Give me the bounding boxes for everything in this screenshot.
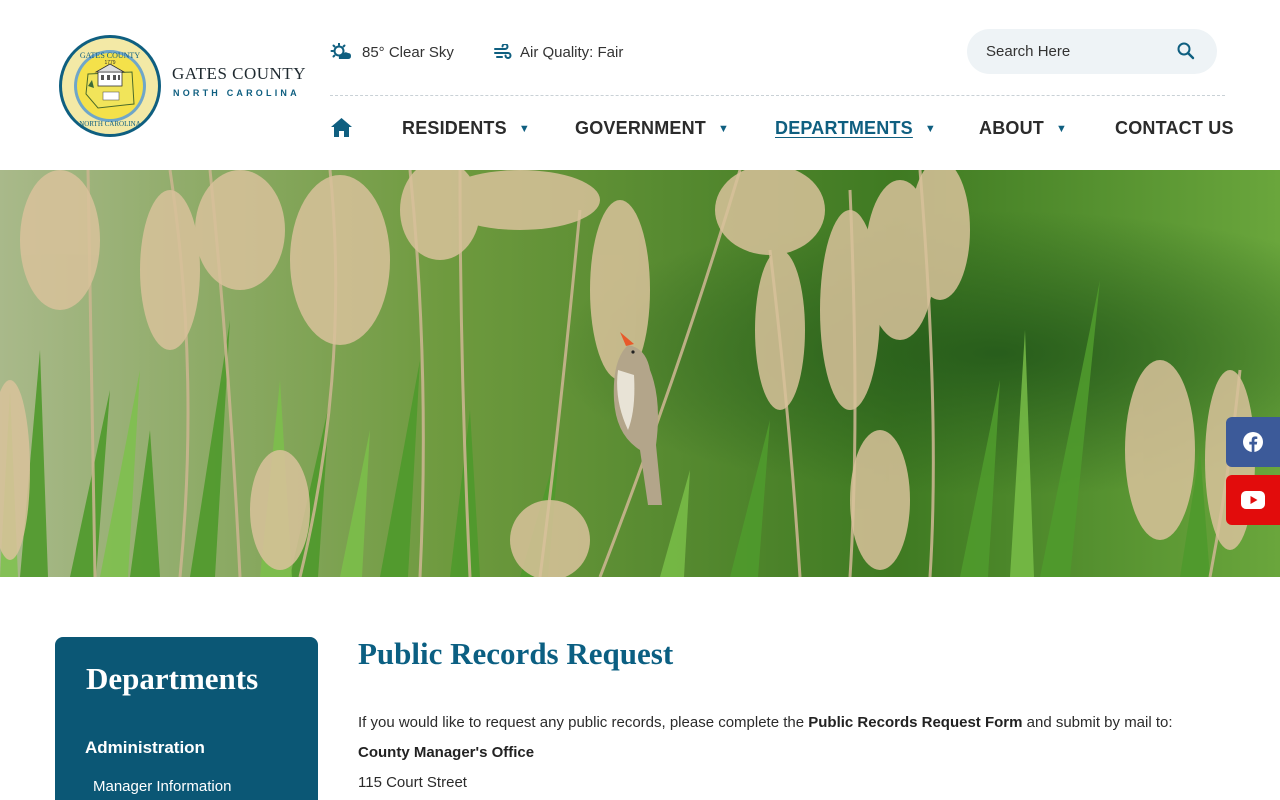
home-icon[interactable] bbox=[330, 117, 353, 138]
chevron-down-icon: ▼ bbox=[718, 123, 730, 135]
facebook-button[interactable] bbox=[1226, 417, 1280, 467]
chevron-down-icon: ▼ bbox=[1056, 123, 1068, 135]
weather-widget: 85° Clear Sky bbox=[330, 40, 454, 64]
office-name: County Manager's Office bbox=[358, 744, 535, 761]
intro-paragraph: If you would like to request any public … bbox=[358, 714, 1173, 731]
air-quality-text: Air Quality: Fair bbox=[520, 43, 624, 61]
header-divider bbox=[330, 95, 1225, 96]
page-title: Public Records Request bbox=[358, 636, 674, 671]
chevron-down-icon: ▼ bbox=[924, 123, 936, 135]
public-records-form-link[interactable]: Public Records Request Form bbox=[808, 714, 1022, 731]
hero-banner-image bbox=[0, 170, 1280, 577]
site-header: GATES COUNTY 1779 NORTH CAROLINA GATES C… bbox=[0, 0, 1280, 170]
main-nav: RESIDENTS ▼ GOVERNMENT ▼ DEPARTMENTS ▼ ABOU… bbox=[330, 112, 1233, 146]
county-seal-logo[interactable]: GATES COUNTY 1779 NORTH CAROLINA bbox=[58, 34, 162, 138]
search-icon[interactable] bbox=[1177, 42, 1195, 60]
weather-text: 85° Clear Sky bbox=[362, 43, 454, 61]
search-box bbox=[967, 29, 1217, 74]
nav-departments[interactable]: DEPARTMENTS ▼ bbox=[775, 118, 936, 139]
office-street: 115 Court Street bbox=[358, 774, 467, 791]
svg-text:NORTH CAROLINA: NORTH CAROLINA bbox=[79, 120, 141, 128]
nav-contact-us[interactable]: CONTACT US bbox=[1115, 118, 1234, 139]
brand-subtitle: NORTH CAROLINA bbox=[173, 88, 300, 98]
main-content: Public Records Request If you would like… bbox=[358, 630, 1238, 798]
sidebar-section-administration[interactable]: Administration bbox=[85, 738, 205, 758]
svg-text:1779: 1779 bbox=[104, 60, 115, 66]
youtube-button[interactable] bbox=[1226, 475, 1280, 525]
youtube-icon bbox=[1241, 491, 1265, 509]
air-quality-widget: Air Quality: Fair bbox=[494, 40, 623, 64]
nav-about[interactable]: ABOUT ▼ bbox=[979, 118, 1067, 139]
svg-text:GATES COUNTY: GATES COUNTY bbox=[80, 51, 140, 60]
sun-cloud-icon bbox=[330, 43, 351, 59]
facebook-icon bbox=[1243, 432, 1263, 452]
sidebar-title: Departments bbox=[86, 661, 259, 696]
brand-name[interactable]: GATES COUNTY bbox=[172, 64, 306, 84]
nav-government[interactable]: GOVERNMENT ▼ bbox=[575, 118, 729, 139]
departments-sidebar: Departments Administration Manager Infor… bbox=[55, 637, 318, 800]
sidebar-item-manager-information[interactable]: Manager Information bbox=[93, 778, 231, 795]
chevron-down-icon: ▼ bbox=[518, 123, 530, 135]
wind-icon bbox=[494, 44, 512, 59]
nav-residents[interactable]: RESIDENTS ▼ bbox=[402, 118, 530, 139]
search-input[interactable] bbox=[986, 43, 1176, 60]
